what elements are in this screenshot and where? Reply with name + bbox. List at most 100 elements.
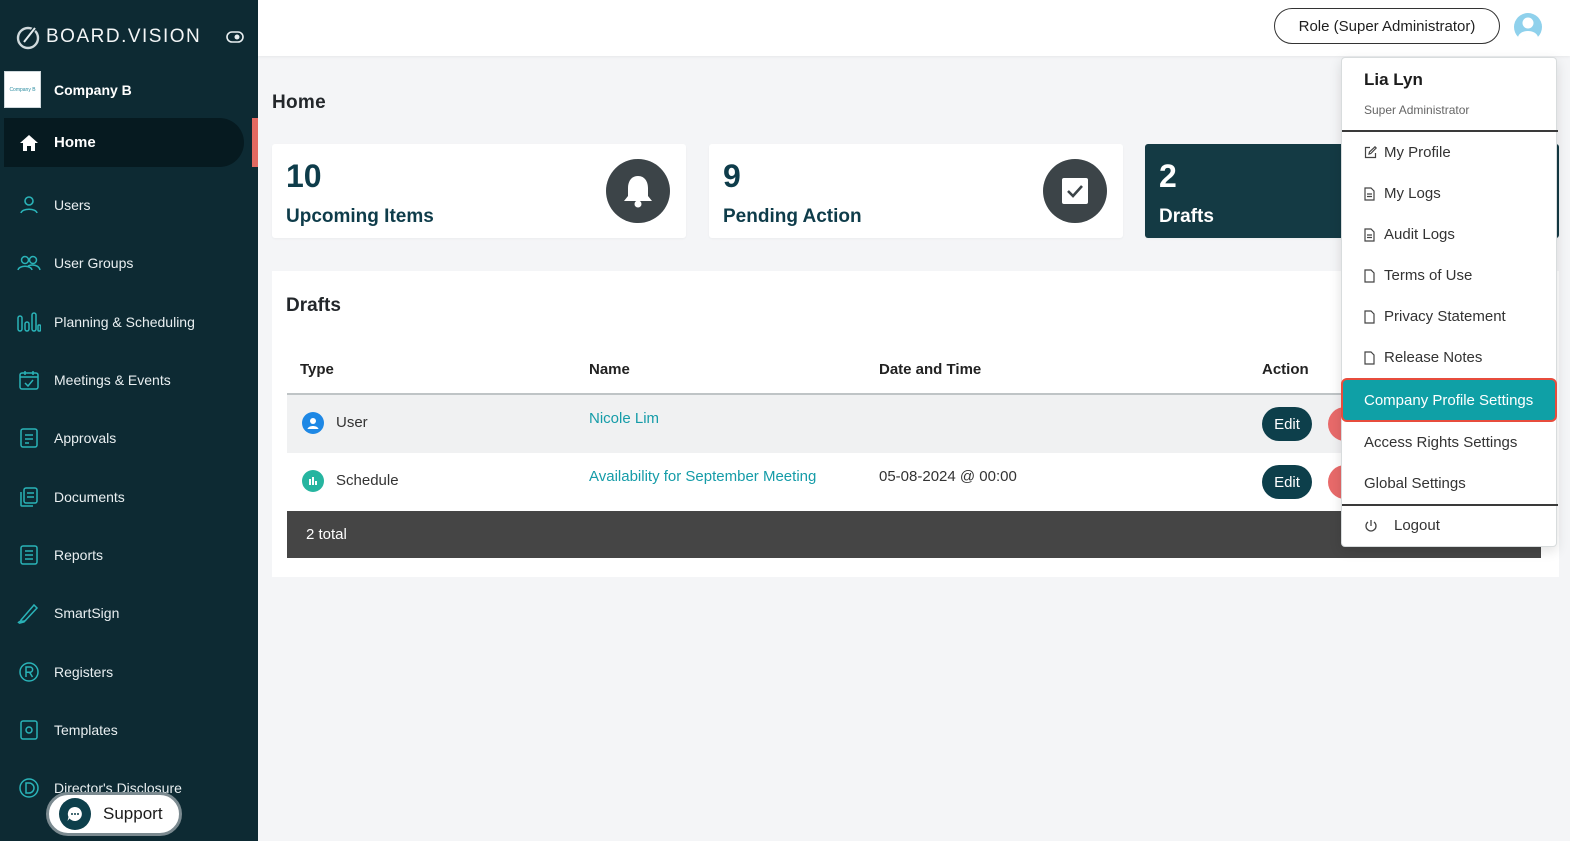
user-avatar-icon[interactable] bbox=[1513, 12, 1543, 42]
sidebar-item-home[interactable]: Home bbox=[0, 118, 258, 167]
company-logo: Company B bbox=[4, 71, 41, 108]
sidebar-item-label: Registers bbox=[54, 663, 114, 680]
menu-item-label: Terms of Use bbox=[1384, 267, 1473, 284]
page-title: Home bbox=[272, 92, 326, 113]
sidebar-item-label: Users bbox=[54, 197, 91, 214]
sidebar-item-smartsign[interactable]: SmartSign bbox=[0, 584, 258, 642]
sidebar-item-planning-scheduling[interactable]: Planning & Scheduling bbox=[0, 293, 258, 351]
sidebar-item-label: Planning & Scheduling bbox=[54, 313, 195, 330]
menu-item-label: Logout bbox=[1394, 517, 1440, 534]
sidebar-item-label: Documents bbox=[54, 488, 125, 505]
sidebar-item-label: Meetings & Events bbox=[54, 372, 171, 389]
schedule-type-icon bbox=[302, 470, 324, 492]
company-name: Company B bbox=[54, 81, 132, 98]
menu-item-label: Company Profile Settings bbox=[1364, 391, 1534, 409]
sidebar-item-label: Templates bbox=[54, 721, 118, 738]
row-datetime: 05-08-2024 @ 00:00 bbox=[879, 468, 1017, 485]
document-icon bbox=[1364, 309, 1378, 325]
template-gear-icon bbox=[17, 718, 41, 742]
edit-button[interactable]: Edit bbox=[1262, 465, 1312, 499]
menu-item-my-logs[interactable]: My Logs bbox=[1364, 185, 1441, 202]
menu-item-release-notes[interactable]: Release Notes bbox=[1364, 349, 1482, 366]
edit-square-icon bbox=[1364, 145, 1378, 161]
sidebar-item-templates[interactable]: Templates bbox=[0, 701, 258, 759]
card-label: Drafts bbox=[1159, 206, 1214, 227]
menu-item-label: My Profile bbox=[1384, 144, 1451, 161]
row-type: User bbox=[336, 414, 368, 431]
disclosure-d-icon bbox=[17, 776, 41, 800]
menu-item-label: Release Notes bbox=[1384, 349, 1483, 366]
card-value: 10 bbox=[286, 158, 322, 194]
menu-item-privacy-statement[interactable]: Privacy Statement bbox=[1364, 308, 1506, 325]
menu-item-label: Privacy Statement bbox=[1384, 308, 1506, 325]
user-dropdown-menu: Lia Lyn Super Administrator My Profile M… bbox=[1341, 57, 1558, 547]
role-button[interactable]: Role (Super Administrator) bbox=[1274, 8, 1500, 44]
menu-item-label: Audit Logs bbox=[1384, 226, 1455, 243]
user-icon bbox=[17, 193, 41, 217]
bar-chart-icon bbox=[17, 310, 41, 334]
card-label: Pending Action bbox=[723, 206, 862, 227]
report-list-icon bbox=[17, 543, 41, 567]
support-label: Support bbox=[103, 804, 163, 823]
document-lines-icon bbox=[1364, 227, 1378, 243]
menu-item-audit-logs[interactable]: Audit Logs bbox=[1364, 226, 1455, 243]
board-vision-logo-icon bbox=[16, 24, 40, 50]
registered-icon bbox=[17, 660, 41, 684]
card-value: 9 bbox=[723, 158, 741, 194]
sidebar-item-label: SmartSign bbox=[54, 605, 120, 622]
document-icon bbox=[1364, 350, 1378, 366]
sidebar-item-documents[interactable]: Documents bbox=[0, 467, 258, 525]
menu-item-company-profile-settings[interactable]: Company Profile Settings bbox=[1341, 378, 1557, 422]
support-button[interactable]: Support bbox=[46, 792, 182, 836]
menu-item-logout[interactable]: Logout bbox=[1364, 517, 1440, 534]
sidebar-item-label: Approvals bbox=[54, 430, 117, 447]
menu-item-terms-of-use[interactable]: Terms of Use bbox=[1364, 267, 1472, 284]
menu-user-role: Super Administrator bbox=[1364, 103, 1470, 117]
column-header-type: Type bbox=[300, 361, 334, 378]
bell-icon bbox=[606, 159, 670, 223]
card-pending-action[interactable]: 9 Pending Action bbox=[709, 144, 1123, 238]
column-header-date-time: Date and Time bbox=[879, 361, 982, 378]
company-selector[interactable]: Company B Company B bbox=[4, 71, 132, 108]
edit-button[interactable]: Edit bbox=[1262, 407, 1312, 441]
card-label: Upcoming Items bbox=[286, 206, 434, 227]
sidebar-item-approvals[interactable]: Approvals bbox=[0, 409, 258, 467]
menu-item-my-profile[interactable]: My Profile bbox=[1364, 144, 1451, 161]
column-header-action: Action bbox=[1262, 361, 1309, 378]
card-upcoming-items[interactable]: 10 Upcoming Items bbox=[272, 144, 686, 238]
row-name-link[interactable]: Nicole Lim bbox=[589, 410, 659, 427]
document-lines-icon bbox=[1364, 186, 1378, 202]
sidebar-item-reports[interactable]: Reports bbox=[0, 526, 258, 584]
brand-name: BOARD.VISION bbox=[46, 26, 202, 47]
documents-icon bbox=[17, 485, 41, 509]
sidebar-item-users[interactable]: Users bbox=[0, 176, 258, 234]
menu-item-label: Access Rights Settings bbox=[1364, 434, 1518, 451]
brand[interactable]: BOARD.VISION bbox=[14, 22, 201, 52]
row-name-link[interactable]: Availability for September Meeting bbox=[589, 468, 816, 485]
pen-sign-icon bbox=[17, 601, 41, 625]
sidebar-item-user-groups[interactable]: User Groups bbox=[0, 234, 258, 292]
row-type: Schedule bbox=[336, 472, 399, 489]
sidebar-item-label: Reports bbox=[54, 546, 104, 563]
menu-user-name: Lia Lyn bbox=[1364, 70, 1423, 89]
sidebar-nav: Home Users User Groups Planning & Schedu… bbox=[0, 118, 258, 817]
menu-item-label: Global Settings bbox=[1364, 475, 1466, 492]
home-icon bbox=[17, 131, 41, 155]
checkbox-icon bbox=[1043, 159, 1107, 223]
sidebar-item-registers[interactable]: Registers bbox=[0, 642, 258, 700]
sidebar-item-label: User Groups bbox=[54, 255, 134, 272]
sidebar-item-label: Home bbox=[54, 134, 96, 151]
column-header-name: Name bbox=[589, 361, 630, 378]
menu-item-label: My Logs bbox=[1384, 185, 1441, 202]
menu-divider bbox=[1342, 504, 1558, 506]
drafts-title: Drafts bbox=[286, 295, 341, 316]
power-icon bbox=[1364, 518, 1382, 534]
approval-document-icon bbox=[17, 426, 41, 450]
menu-divider bbox=[1342, 130, 1558, 132]
menu-item-global-settings[interactable]: Global Settings bbox=[1364, 475, 1466, 492]
topbar: Role (Super Administrator) bbox=[258, 0, 1570, 56]
menu-item-access-rights-settings[interactable]: Access Rights Settings bbox=[1364, 434, 1517, 451]
user-group-icon bbox=[17, 251, 41, 275]
sidebar-item-meetings-events[interactable]: Meetings & Events bbox=[0, 351, 258, 409]
eye-toggle-icon[interactable] bbox=[226, 30, 244, 44]
